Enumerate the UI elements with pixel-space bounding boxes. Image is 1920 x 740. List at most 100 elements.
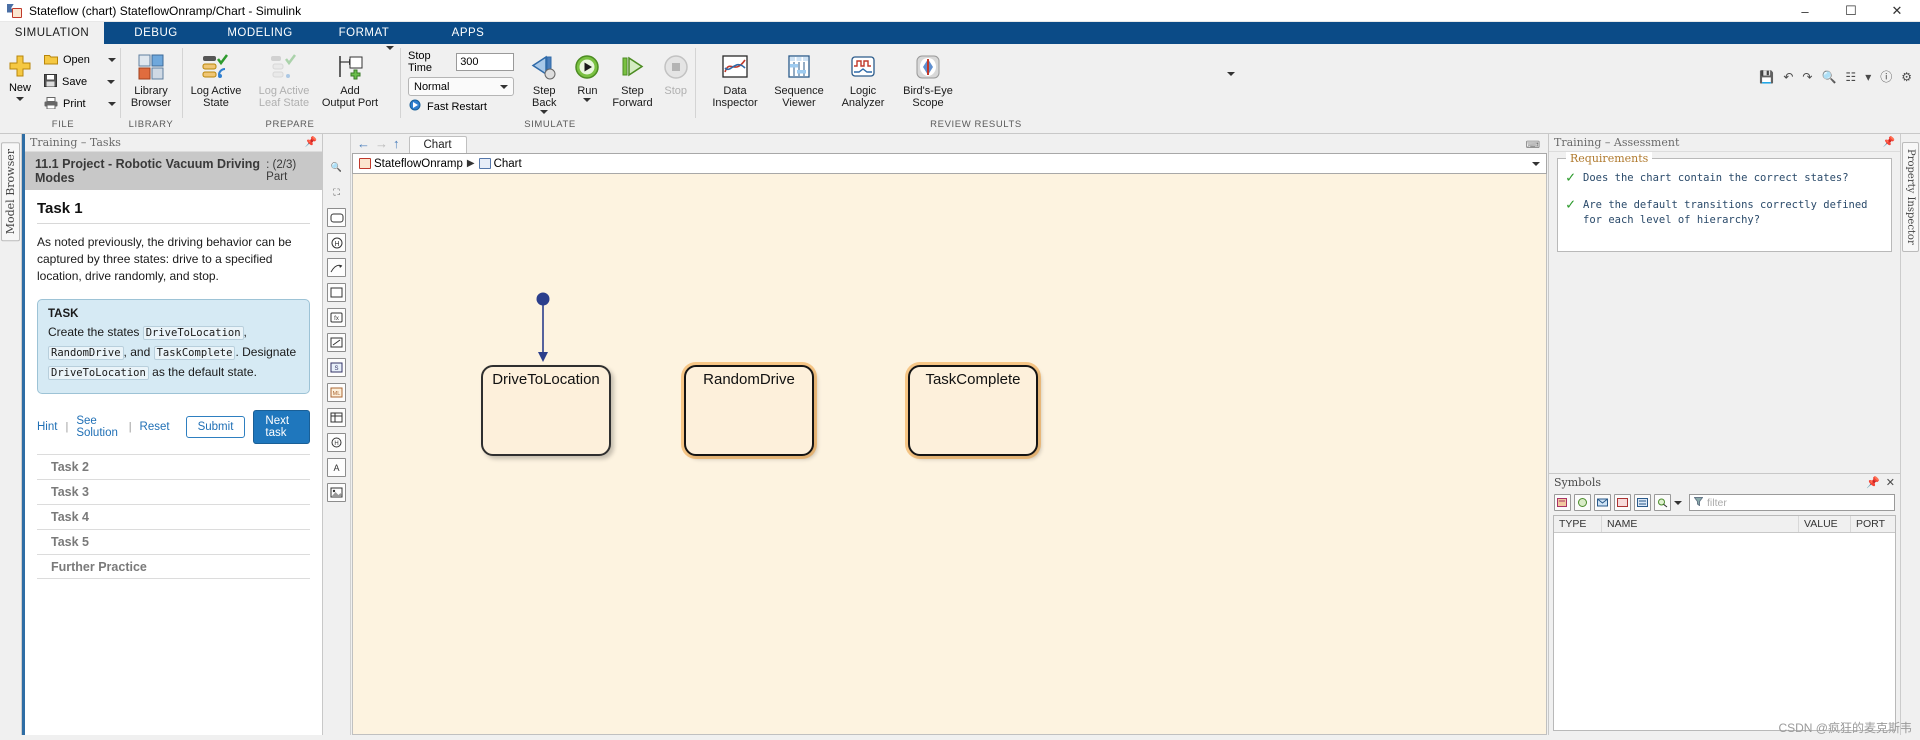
step-forward-button[interactable]: Step Forward (609, 46, 657, 109)
reset-link[interactable]: Reset (140, 421, 170, 433)
undo-icon[interactable]: ↶ (1783, 70, 1793, 84)
redo-icon[interactable]: ↷ (1802, 70, 1812, 84)
pin-icon[interactable]: 📌 (1883, 137, 1895, 148)
settings-icon[interactable]: ⚙ (1901, 70, 1912, 84)
image-icon[interactable] (327, 483, 346, 502)
state-icon[interactable] (327, 208, 346, 227)
pin-icon[interactable]: 📌 (305, 137, 317, 148)
task-instruction-box: TASK Create the states DriveToLocation, … (37, 299, 310, 394)
help-icon[interactable]: ⓘ (1880, 68, 1892, 85)
section-review-results: REVIEW RESULTS (930, 119, 1022, 130)
review-more-caret-icon[interactable] (1227, 72, 1235, 93)
inspect-icon[interactable] (1654, 494, 1671, 511)
minimize-button[interactable]: – (1782, 0, 1828, 22)
tab-debug[interactable]: DEBUG (104, 22, 208, 44)
truth-table-icon[interactable] (327, 408, 346, 427)
print-button[interactable]: Print (44, 93, 116, 115)
save-caret-icon[interactable] (107, 80, 115, 84)
requirements-box: Requirements ✓ Does the chart contain th… (1557, 152, 1892, 252)
hint-link[interactable]: Hint (37, 421, 57, 433)
library-browser-button[interactable]: Library Browser (120, 46, 182, 118)
add-output-port-button[interactable]: Add Output Port (318, 46, 382, 109)
matlab-function-icon[interactable]: ML (327, 383, 346, 402)
step-back-button[interactable]: Step Back (522, 46, 566, 114)
symbols-options-caret-icon[interactable] (1674, 500, 1682, 505)
stop-time-input[interactable] (456, 53, 515, 71)
submit-button[interactable]: Submit (185, 416, 246, 438)
property-inspector-tab[interactable]: Property Inspector (1902, 142, 1919, 252)
next-task-button[interactable]: Next task (253, 410, 310, 444)
fit-to-view-icon[interactable]: ⛶ (327, 183, 346, 202)
layout-icon[interactable]: ☷ (1845, 70, 1856, 84)
tab-format[interactable]: FORMAT (312, 22, 416, 44)
state-task-complete[interactable]: TaskComplete (908, 365, 1038, 456)
task-list-item-4[interactable]: Task 4 (37, 504, 310, 529)
add-data-icon[interactable] (1554, 494, 1571, 511)
simulation-mode-select[interactable]: Normal (408, 77, 514, 96)
new-caret-icon[interactable] (16, 97, 24, 101)
see-solution-link[interactable]: See Solution (76, 415, 120, 439)
prepare-more-caret-icon[interactable] (386, 46, 394, 50)
step-back-caret-icon[interactable] (540, 110, 549, 114)
transition-icon[interactable] (327, 258, 346, 277)
symbols-panel-title: Symbols (1554, 475, 1602, 489)
task-list-item-2[interactable]: Task 2 (37, 454, 310, 479)
chevron-down-icon[interactable]: ▾ (1865, 70, 1871, 84)
new-button[interactable]: New (0, 46, 40, 118)
save-quick-icon[interactable]: 💾 (1759, 70, 1774, 84)
task-list-item-further-practice[interactable]: Further Practice (37, 554, 310, 579)
run-caret-icon[interactable] (583, 98, 592, 102)
open-caret-icon[interactable] (108, 58, 116, 62)
back-arrow-icon[interactable]: ← (357, 136, 370, 151)
default-transition[interactable] (531, 292, 555, 368)
add-parameter-icon[interactable] (1614, 494, 1631, 511)
zoom-in-icon[interactable]: 🔍 (327, 158, 346, 177)
up-arrow-icon[interactable]: ↑ (393, 136, 400, 151)
birds-eye-scope-button[interactable]: Bird's-Eye Scope (895, 46, 961, 109)
tab-simulation[interactable]: SIMULATION (0, 22, 104, 44)
history-junction-icon[interactable]: H (327, 233, 346, 252)
maximize-button[interactable]: ☐ (1828, 0, 1874, 22)
search-icon[interactable]: 🔍 (1821, 70, 1836, 84)
close-icon[interactable]: ✕ (1886, 476, 1895, 489)
fast-restart-toggle[interactable]: Fast Restart (408, 99, 514, 114)
model-browser-tab[interactable]: Model Browser (1, 142, 20, 242)
run-button[interactable]: Run (566, 46, 608, 102)
sequence-viewer-button[interactable]: Sequence Viewer (767, 46, 831, 109)
resolve-undefined-icon[interactable] (1634, 494, 1651, 511)
close-button[interactable]: ✕ (1874, 0, 1920, 22)
save-button[interactable]: Save (44, 71, 116, 93)
state-drive-to-location[interactable]: DriveToLocation (481, 365, 611, 456)
tab-apps[interactable]: APPS (416, 22, 520, 44)
simulink-function-icon[interactable]: S (327, 358, 346, 377)
print-caret-icon[interactable] (108, 102, 116, 106)
box-icon[interactable] (327, 283, 346, 302)
keyboard-icon[interactable]: ⌨ (1526, 140, 1540, 151)
log-active-state-button[interactable]: Log Active State (182, 46, 250, 109)
data-inspector-button[interactable]: Data Inspector (703, 46, 767, 109)
tab-modeling[interactable]: MODELING (208, 22, 312, 44)
function-icon[interactable]: fx (327, 308, 346, 327)
editor-tab-chart[interactable]: Chart (408, 136, 467, 153)
run-label: Run (577, 85, 598, 97)
stateflow-canvas[interactable]: DriveToLocation RandomDrive TaskComplete (352, 174, 1547, 735)
forward-arrow-icon[interactable]: → (375, 136, 388, 151)
project-title-bar: 11.1 Project - Robotic Vacuum Driving Mo… (25, 152, 322, 190)
breadcrumb-item-model[interactable]: StateflowOnramp (359, 158, 463, 170)
logic-analyzer-button[interactable]: Logic Analyzer (831, 46, 895, 109)
add-event-icon[interactable] (1574, 494, 1591, 511)
task-list-item-3[interactable]: Task 3 (37, 479, 310, 504)
graphical-function-icon[interactable] (327, 333, 346, 352)
task-list-item-5[interactable]: Task 5 (37, 529, 310, 554)
chart-icon[interactable]: H (327, 433, 346, 452)
breadcrumb-item-chart[interactable]: Chart (478, 158, 522, 170)
breadcrumb-caret-icon[interactable] (1532, 161, 1540, 166)
symbols-filter[interactable]: filter (1689, 494, 1895, 511)
open-button[interactable]: Open (44, 49, 116, 71)
add-message-icon[interactable] (1594, 494, 1611, 511)
annotation-icon[interactable]: A (327, 458, 346, 477)
pin-icon[interactable]: 📌 (1866, 476, 1880, 489)
state-random-drive[interactable]: RandomDrive (684, 365, 814, 456)
task-body: Task 1 As noted previously, the driving … (25, 190, 322, 735)
symbols-table[interactable]: TYPE NAME VALUE PORT (1553, 514, 1896, 731)
